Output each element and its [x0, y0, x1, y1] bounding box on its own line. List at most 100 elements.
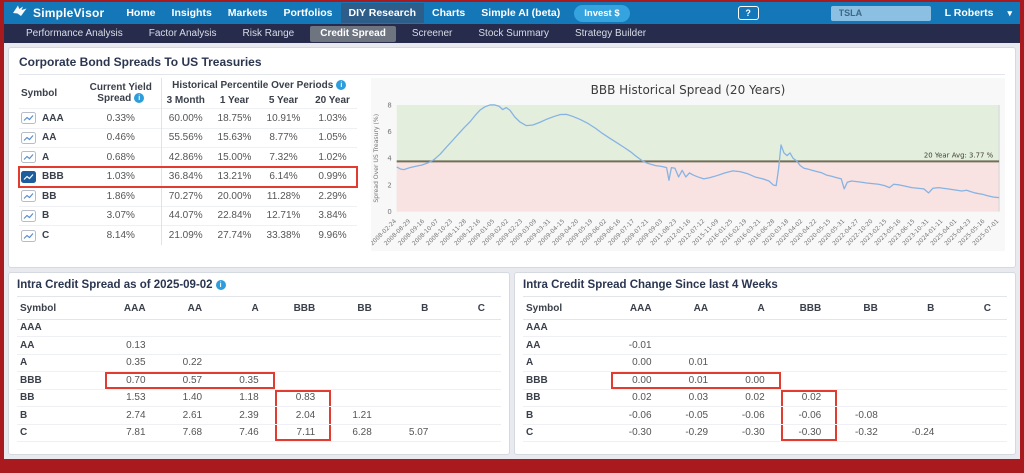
spread-row-a[interactable]: A 0.68% 42.86% 15.00% 7.32% 1.02%	[19, 147, 357, 167]
matrix-value: 2.74	[105, 406, 162, 425]
matrix-value	[724, 319, 781, 337]
matrix-row-aaa: AAA	[17, 319, 501, 337]
invest-button[interactable]: Invest $	[574, 4, 630, 22]
spread-row-bb[interactable]: BB 1.86% 70.27% 20.00% 11.28% 2.29%	[19, 186, 357, 206]
subnav-item-stock-summary[interactable]: Stock Summary	[468, 26, 559, 42]
subnav-item-performance-analysis[interactable]: Performance Analysis	[16, 26, 133, 42]
matrix-value	[105, 319, 162, 337]
matrix-row-b: B -0.06 -0.05 -0.06 -0.06 -0.08	[523, 406, 1007, 425]
spread-value: 44.07%	[160, 205, 210, 226]
spread-value: 1.05%	[308, 127, 357, 148]
spread-value: 1.03%	[81, 166, 161, 187]
nav-item-charts[interactable]: Charts	[424, 3, 473, 23]
col-header-b: B	[387, 299, 445, 320]
intra-spread-table: Symbol AAA AA A BBB BB B C AAA AA 0.13 A 0.35 0.22 BBB…	[17, 299, 501, 442]
bottom-row: Intra Credit Spread as of 2025-09-02 i Sy…	[8, 272, 1016, 455]
panel-title: Corporate Bond Spreads To US Treasuries	[19, 55, 1005, 75]
nav-item-markets[interactable]: Markets	[220, 3, 276, 23]
matrix-value: -0.30	[780, 424, 838, 442]
matrix-value	[444, 319, 501, 337]
subnav-item-strategy-builder[interactable]: Strategy Builder	[565, 26, 656, 42]
subnav-item-risk-range[interactable]: Risk Range	[233, 26, 305, 42]
matrix-row-aa: AA 0.13	[17, 336, 501, 355]
spread-row-aa[interactable]: AA 0.46% 55.56% 15.63% 8.77% 1.05%	[19, 127, 357, 148]
matrix-row-bbb: BBB 0.00 0.01 0.00	[523, 371, 1007, 390]
matrix-value: -0.24	[893, 424, 951, 442]
col-header-3-month: 3 Month	[160, 93, 210, 109]
matrix-value	[837, 336, 894, 355]
symbol-label: BB	[523, 389, 611, 407]
chart-icon	[21, 151, 36, 164]
matrix-value	[724, 354, 781, 372]
subnav-item-screener[interactable]: Screener	[402, 26, 463, 42]
info-icon[interactable]: i	[134, 93, 145, 104]
average-annotation: 20 Year Avg: 3.77 %	[924, 151, 994, 159]
brand[interactable]: SimpleVisor	[12, 4, 104, 23]
matrix-value: 0.01	[667, 371, 725, 390]
matrix-value: 0.00	[611, 354, 668, 372]
matrix-value	[387, 406, 445, 425]
matrix-value: 1.40	[161, 389, 219, 407]
chart-icon	[21, 170, 36, 183]
matrix-row-c: C -0.30 -0.29 -0.30 -0.30 -0.32 -0.24	[523, 424, 1007, 442]
nav-item-portfolios[interactable]: Portfolios	[276, 3, 341, 23]
matrix-value	[218, 319, 275, 337]
symbol-label: B	[523, 406, 611, 425]
nav-item-home[interactable]: Home	[118, 3, 163, 23]
matrix-value: 6.28	[331, 424, 388, 442]
info-icon[interactable]: i	[336, 80, 347, 91]
chart-title: BBB Historical Spread (20 Years)	[590, 83, 786, 97]
spread-value: 10.91%	[259, 108, 308, 128]
top-nav: SimpleVisor Home Insights Markets Portfolio…	[4, 2, 1020, 24]
col-header-a: A	[724, 299, 781, 320]
subnav-item-factor-analysis[interactable]: Factor Analysis	[139, 26, 227, 42]
matrix-value: 7.11	[274, 424, 332, 442]
nav-item-diy-research[interactable]: DIY Research	[340, 3, 425, 23]
help-icon[interactable]: ?	[737, 6, 759, 20]
symbol-label: A	[17, 354, 105, 372]
matrix-value	[837, 371, 894, 390]
matrix-value	[331, 319, 388, 337]
bbb-chart-svg: 0 2 4 6 8 Spread Over US Treasury (%) 20 Year …	[371, 101, 1001, 247]
matrix-row-a: A 0.35 0.22	[17, 354, 501, 372]
matrix-value: 0.57	[161, 371, 219, 390]
spread-row-aaa[interactable]: AAA 0.33% 60.00% 18.75% 10.91% 1.03%	[19, 108, 357, 128]
col-header-aa: AA	[161, 299, 219, 320]
spread-row-b[interactable]: B 3.07% 44.07% 22.84% 12.71% 3.84%	[19, 205, 357, 226]
svg-text:6: 6	[387, 128, 391, 136]
nav-item-simple-ai-beta[interactable]: Simple AI (beta)	[473, 3, 568, 23]
matrix-row-a: A 0.00 0.01	[523, 354, 1007, 372]
spread-value: 11.28%	[259, 186, 308, 206]
col-header-aaa: AAA	[611, 299, 668, 320]
chart-icon	[21, 112, 36, 125]
spread-row-c[interactable]: C 8.14% 21.09% 27.74% 33.38% 9.96%	[19, 225, 357, 245]
matrix-value: 5.07	[387, 424, 445, 442]
matrix-value: -0.30	[611, 424, 668, 442]
spread-value: 36.84%	[160, 166, 210, 187]
top-nav-items: Home Insights Markets Portfolios DIY Researc…	[118, 2, 568, 24]
col-header-current-yield-spread: Current Yield Spread i	[89, 82, 152, 104]
matrix-value	[444, 424, 501, 442]
intra-change-table: Symbol AAA AA A BBB BB B C AAA AA -0.01 A 0.00 0.01 BB…	[523, 299, 1007, 442]
spread-value: 70.27%	[160, 186, 210, 206]
col-header-20-year: 20 Year	[315, 95, 350, 106]
nav-item-insights[interactable]: Insights	[164, 3, 220, 23]
matrix-value: 0.22	[161, 354, 219, 372]
user-menu[interactable]: L Roberts ▾	[945, 7, 1012, 19]
matrix-value	[667, 336, 725, 355]
matrix-value: -0.08	[837, 406, 894, 425]
matrix-value	[387, 336, 445, 355]
symbol-label: AA	[42, 132, 57, 144]
spread-value: 60.00%	[160, 108, 210, 128]
symbol-label: B	[42, 210, 50, 222]
matrix-value	[950, 371, 1007, 390]
svg-text:0: 0	[387, 208, 391, 216]
spread-row-bbb[interactable]: BBB 1.03% 36.84% 13.21% 6.14% 0.99%	[18, 166, 358, 188]
spread-value: 0.46%	[81, 127, 161, 148]
info-icon[interactable]: i	[215, 280, 226, 290]
chart-icon	[21, 209, 36, 222]
matrix-value	[331, 389, 388, 407]
ticker-search-input[interactable]	[830, 5, 931, 21]
subnav-item-credit-spread[interactable]: Credit Spread	[310, 25, 396, 42]
matrix-value	[893, 336, 951, 355]
